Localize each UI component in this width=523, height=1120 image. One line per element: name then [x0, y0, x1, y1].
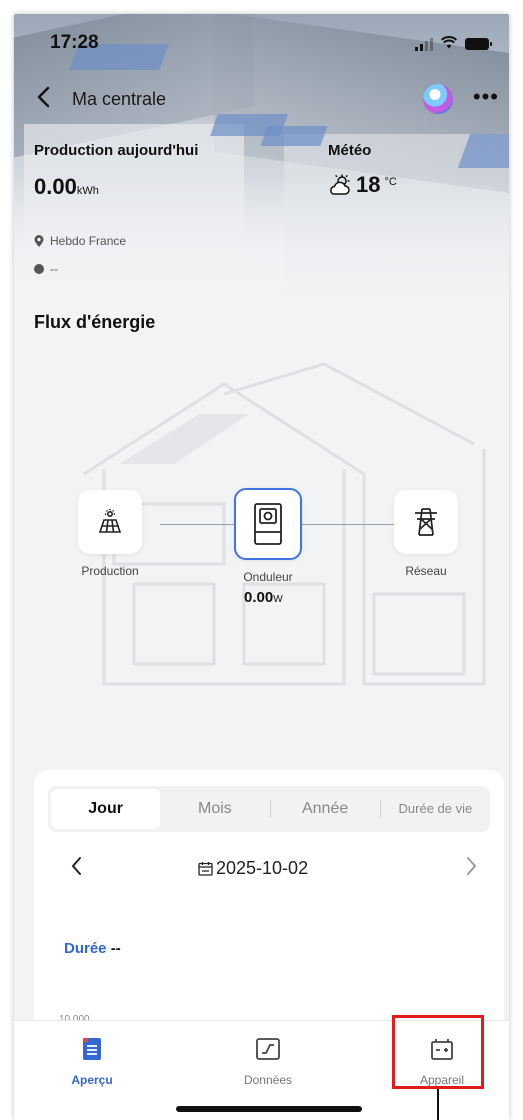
status-time: 17:28 — [50, 32, 99, 53]
calendar-icon — [198, 862, 213, 876]
weather-value: 18 °C — [328, 172, 397, 198]
grid-node-label: Réseau — [405, 564, 447, 578]
previous-date-icon[interactable] — [70, 856, 82, 882]
page-title: Ma centrale — [72, 89, 167, 109]
inverter-icon — [254, 503, 282, 545]
home-indicator — [176, 1106, 362, 1112]
tab-overview-label: Aperçu — [71, 1073, 113, 1087]
production-today-label: Production aujourd'hui — [34, 142, 199, 159]
date-picker[interactable]: 2025-10-02 — [198, 858, 308, 879]
duration-row: Durée -- — [64, 940, 121, 957]
production-node-label: Production — [81, 564, 139, 578]
inverter-node[interactable] — [234, 488, 302, 560]
signal-icon — [415, 37, 433, 51]
period-tabs: Jour Mois Année Durée de vie — [48, 786, 490, 832]
header-photo — [14, 14, 509, 314]
clock-icon — [34, 264, 44, 274]
duration-label: Durée — [64, 940, 107, 957]
tab-month[interactable]: Mois — [160, 789, 269, 829]
flow-line-left — [160, 524, 234, 525]
weather-label: Météo — [328, 142, 372, 159]
tab-data[interactable]: Données — [208, 1035, 328, 1087]
next-date-icon[interactable] — [466, 856, 478, 882]
duration-value: -- — [110, 940, 121, 957]
production-today-value: 0.00kWh — [34, 174, 99, 199]
time-row: -- — [34, 262, 58, 276]
data-chart-icon — [256, 1038, 280, 1060]
highlight-pointer-line — [437, 1089, 439, 1120]
energy-flow-title: Flux d'énergie — [34, 312, 156, 332]
highlight-box — [392, 1015, 484, 1089]
status-bar: 17:28 — [14, 32, 509, 56]
battery-icon — [465, 38, 492, 50]
wifi-icon — [440, 36, 458, 52]
flow-line-right — [300, 524, 394, 525]
back-icon[interactable] — [36, 86, 50, 114]
overview-icon — [83, 1038, 101, 1060]
phone-screen: 17:28 Ma centrale ••• Production aujourd… — [14, 14, 509, 1120]
tab-day[interactable]: Jour — [51, 789, 161, 829]
tab-lifetime[interactable]: Durée de vie — [381, 789, 490, 829]
location-row: Hebdo France — [34, 234, 126, 248]
production-node[interactable] — [78, 490, 142, 554]
navigation-bar: Ma centrale ••• — [14, 84, 509, 116]
location-text: Hebdo France — [50, 234, 127, 248]
more-options-icon[interactable]: ••• — [473, 84, 499, 110]
partly-cloudy-icon — [330, 174, 350, 195]
inverter-node-label: Onduleur — [243, 570, 293, 584]
inverter-power-value: 0.00W — [244, 589, 283, 606]
tab-data-label: Données — [243, 1073, 293, 1087]
solar-panel-icon — [98, 509, 122, 533]
time-info-text: -- — [50, 262, 58, 276]
power-tower-icon — [415, 508, 437, 536]
grid-node[interactable] — [394, 490, 458, 554]
tab-overview[interactable]: Aperçu — [32, 1035, 152, 1087]
location-pin-icon — [34, 235, 44, 247]
avatar[interactable] — [423, 84, 453, 114]
tab-year[interactable]: Année — [271, 789, 380, 829]
date-selector: 2025-10-02 — [48, 856, 490, 886]
date-text: 2025-10-02 — [216, 858, 309, 878]
